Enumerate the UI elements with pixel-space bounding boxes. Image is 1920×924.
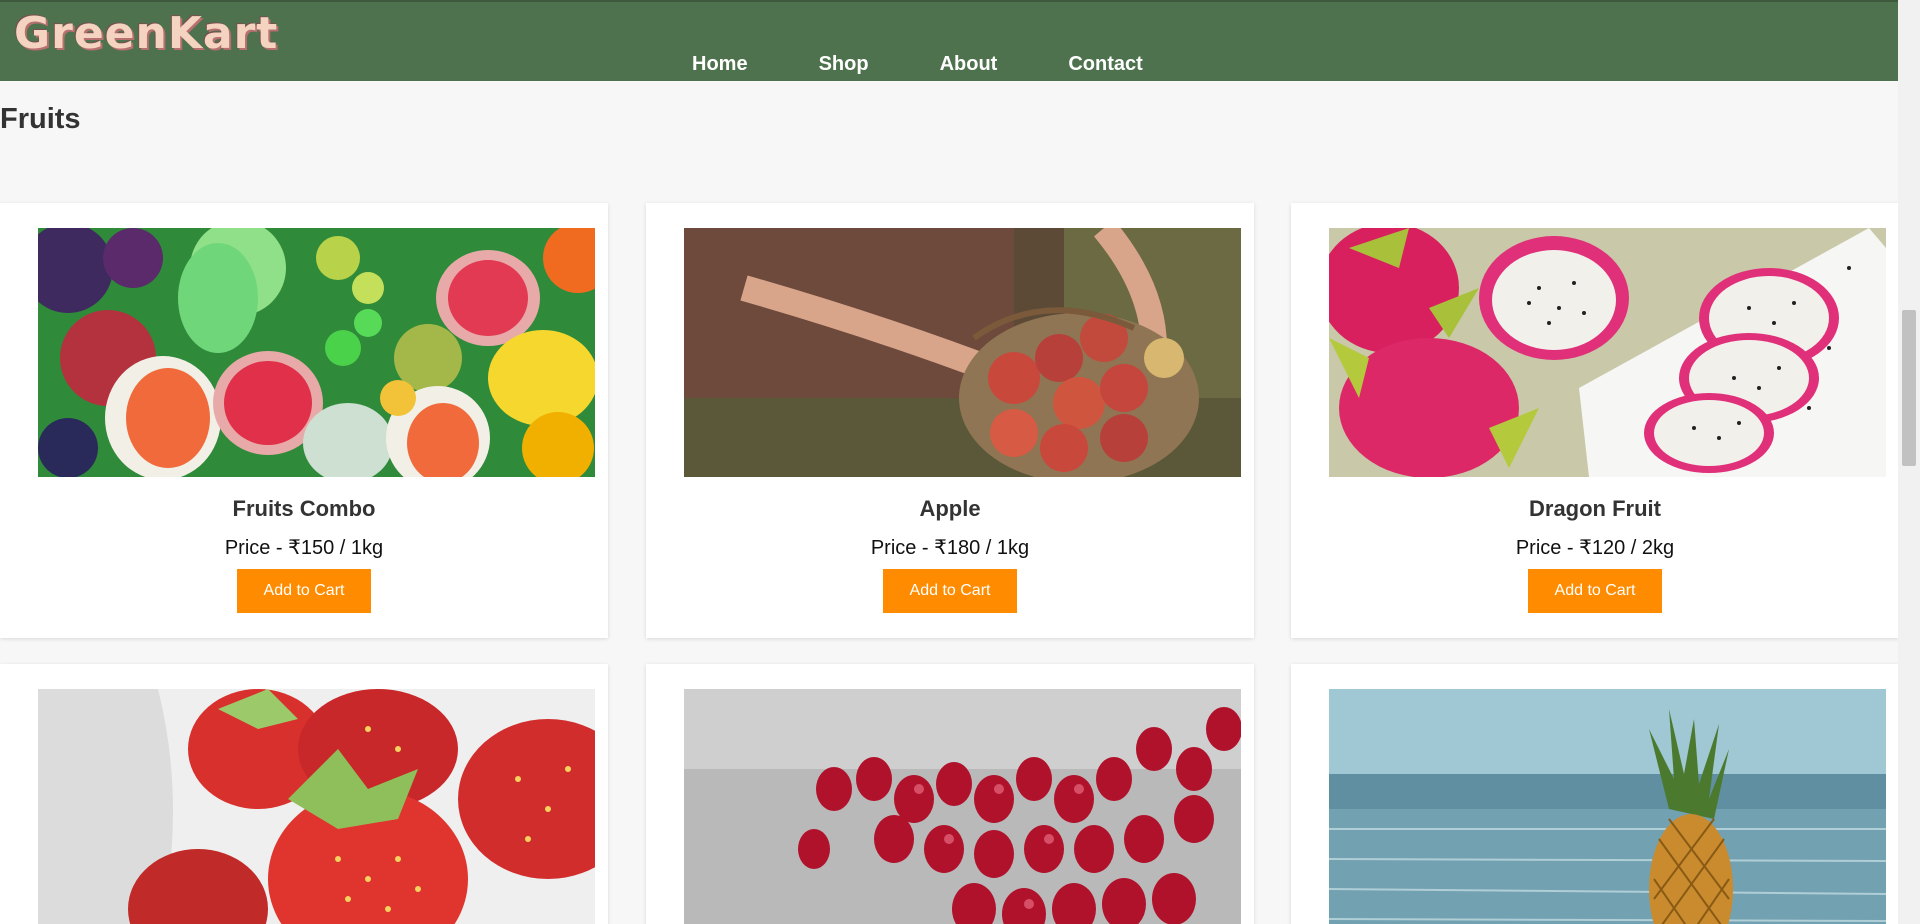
add-to-cart-button[interactable]: Add to Cart xyxy=(1528,569,1662,613)
dragon-fruit-image xyxy=(1329,228,1886,477)
add-to-cart-button[interactable]: Add to Cart xyxy=(883,569,1017,613)
apple-basket-image xyxy=(684,228,1241,477)
product-card-dragon-fruit: Dragon Fruit Price - ₹120 / 2kg Add to C… xyxy=(1291,203,1899,638)
product-card-apple: Apple Price - ₹180 / 1kg Add to Cart xyxy=(646,203,1254,638)
nav-shop-link[interactable]: Shop xyxy=(791,44,897,84)
product-card-strawberry xyxy=(0,664,608,924)
pomegranate-image xyxy=(684,689,1241,924)
product-card-fruits-combo: Fruits Combo Price - ₹150 / 1kg Add to C… xyxy=(0,203,608,638)
nav-about-link[interactable]: About xyxy=(912,44,1026,84)
product-card-pomegranate xyxy=(646,664,1254,924)
product-price: Price - ₹120 / 2kg xyxy=(1515,537,1675,559)
product-price: Price - ₹150 / 1kg xyxy=(224,537,384,559)
pineapple-image xyxy=(1329,689,1886,924)
product-name: Dragon Fruit xyxy=(1529,496,1661,521)
product-price: Price - ₹180 / 1kg xyxy=(870,537,1030,559)
page: GreenKart Home Shop About Contact Fruits xyxy=(0,0,1920,924)
nav-home-link[interactable]: Home xyxy=(664,44,776,84)
fruits-combo-image xyxy=(38,228,595,477)
strawberry-image xyxy=(38,689,595,924)
logo-text: GreenKart xyxy=(14,8,279,59)
product-name: Apple xyxy=(919,496,981,521)
vertical-scrollbar[interactable] xyxy=(1898,0,1920,924)
site-header: GreenKart Home Shop About Contact xyxy=(0,0,1898,81)
section-title: Fruits xyxy=(0,103,81,135)
nav-contact-link[interactable]: Contact xyxy=(1040,44,1170,84)
product-name: Fruits Combo xyxy=(232,496,376,521)
main-nav: Home Shop About Contact xyxy=(664,44,1186,84)
scrollbar-thumb[interactable] xyxy=(1902,310,1916,466)
add-to-cart-button[interactable]: Add to Cart xyxy=(237,569,371,613)
product-card-pineapple xyxy=(1291,664,1899,924)
logo[interactable]: GreenKart xyxy=(14,10,278,58)
